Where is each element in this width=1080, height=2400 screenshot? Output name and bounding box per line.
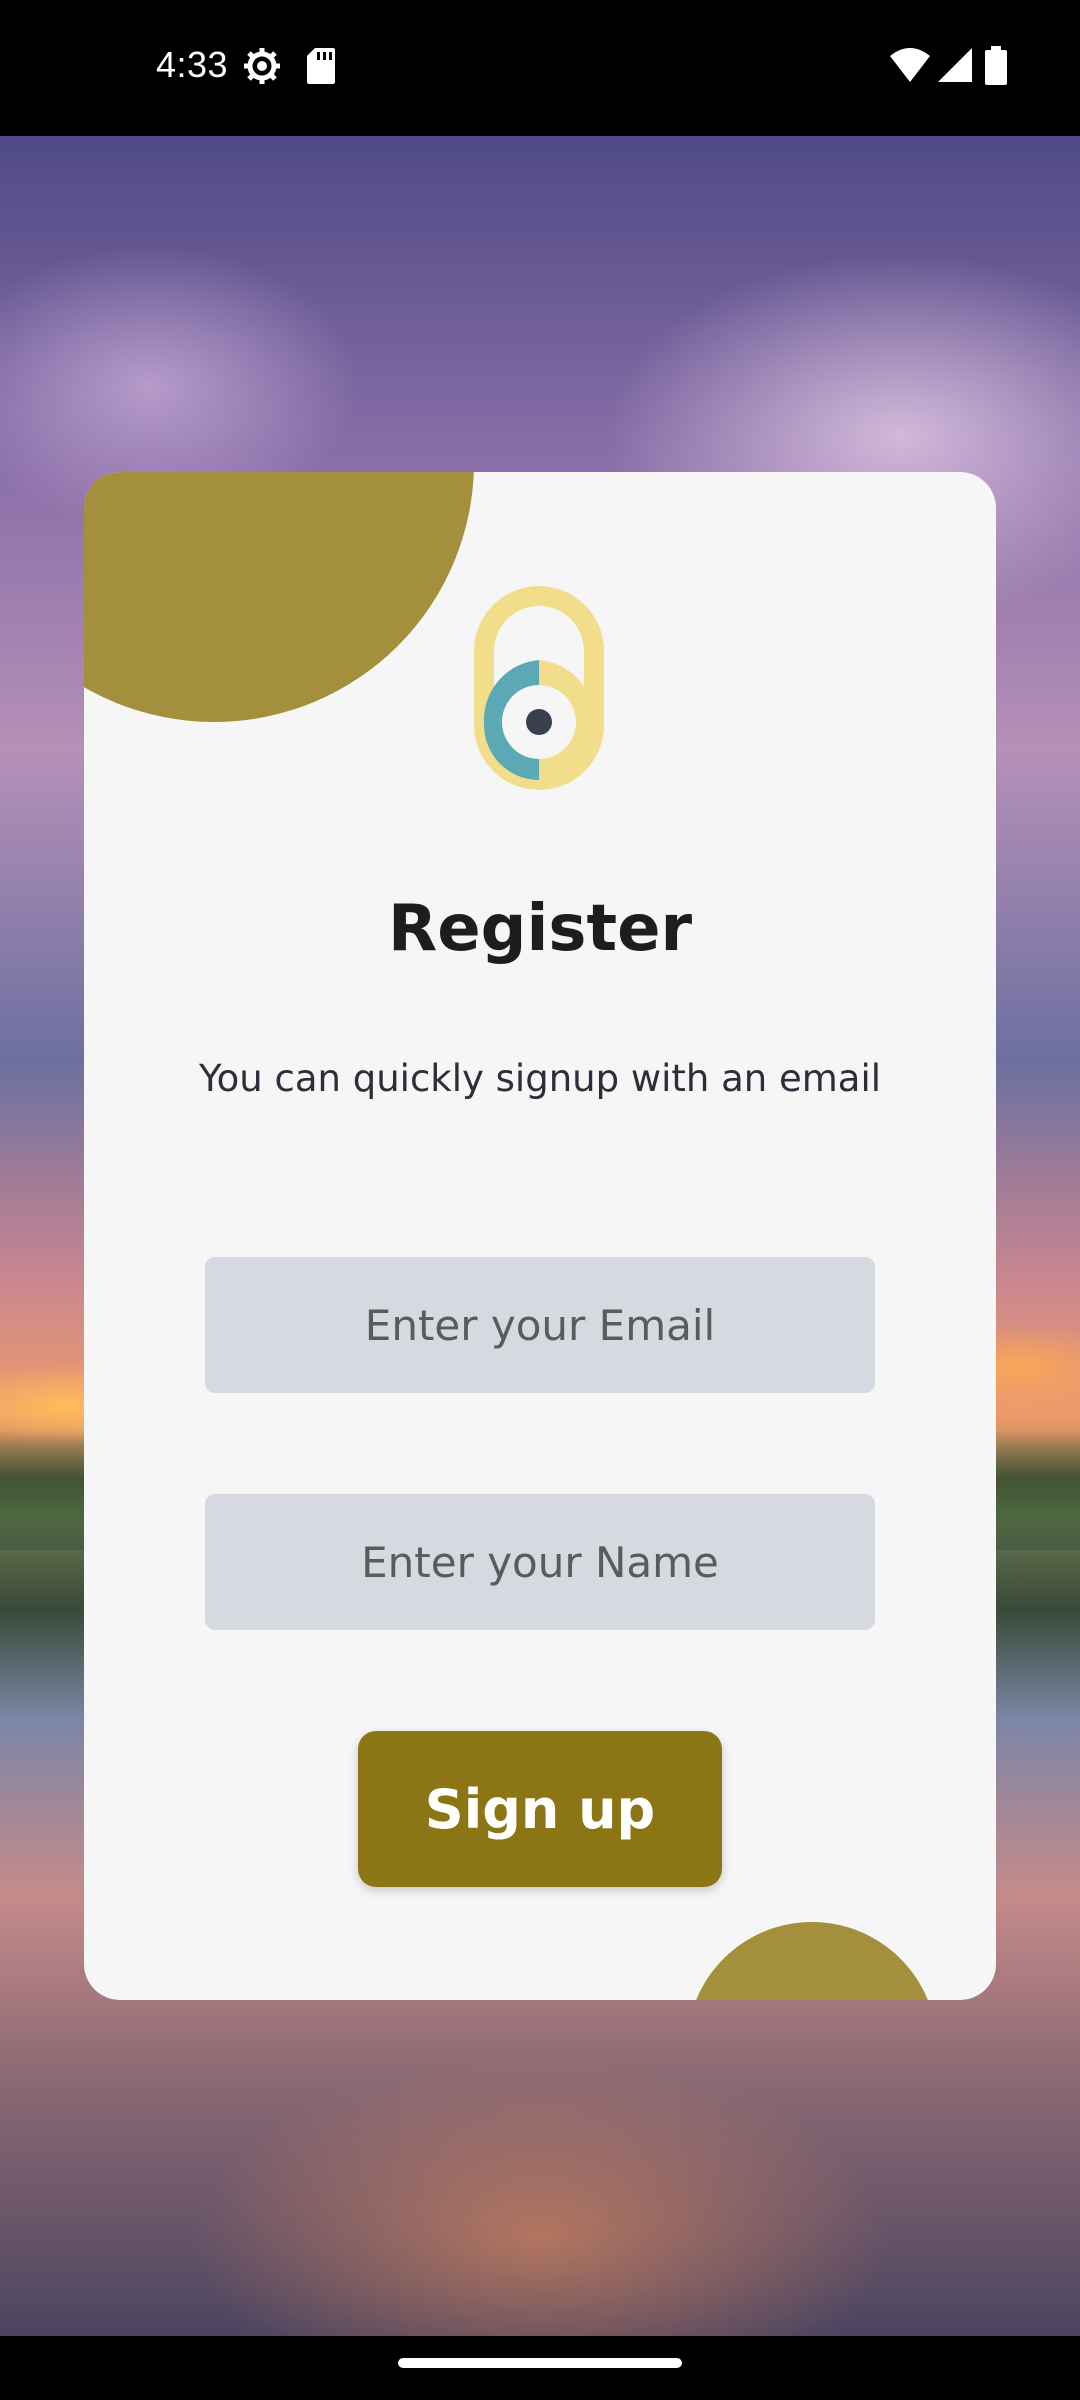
page-title: Register <box>387 892 693 966</box>
navigation-bar <box>0 2336 1080 2400</box>
page-subtitle: You can quickly signup with an email <box>198 1057 882 1100</box>
register-card: Register You can quickly signup with an … <box>84 472 996 2000</box>
email-field[interactable]: Enter your Email <box>205 1257 875 1393</box>
wifi-icon <box>890 48 930 82</box>
padlock-logo-icon <box>474 586 604 790</box>
status-time: 4:33 <box>156 44 229 85</box>
sd-card-icon <box>307 48 335 84</box>
name-placeholder: Enter your Name <box>361 1537 719 1587</box>
decorative-blob-top <box>84 472 474 722</box>
home-indicator[interactable] <box>398 2358 682 2368</box>
status-bar: 4:33 <box>0 0 1080 136</box>
name-field[interactable]: Enter your Name <box>205 1494 875 1630</box>
decorative-blob-bottom <box>687 1922 937 2000</box>
register-screen: 4:33 Register You can quickly signup wit… <box>0 0 1080 2400</box>
signup-button-label: Sign up <box>424 1777 656 1841</box>
signup-button[interactable]: Sign up <box>358 1731 722 1887</box>
cellular-signal-icon <box>938 48 972 82</box>
settings-gear-icon <box>244 48 280 84</box>
battery-icon <box>985 46 1007 85</box>
email-placeholder: Enter your Email <box>364 1300 716 1350</box>
